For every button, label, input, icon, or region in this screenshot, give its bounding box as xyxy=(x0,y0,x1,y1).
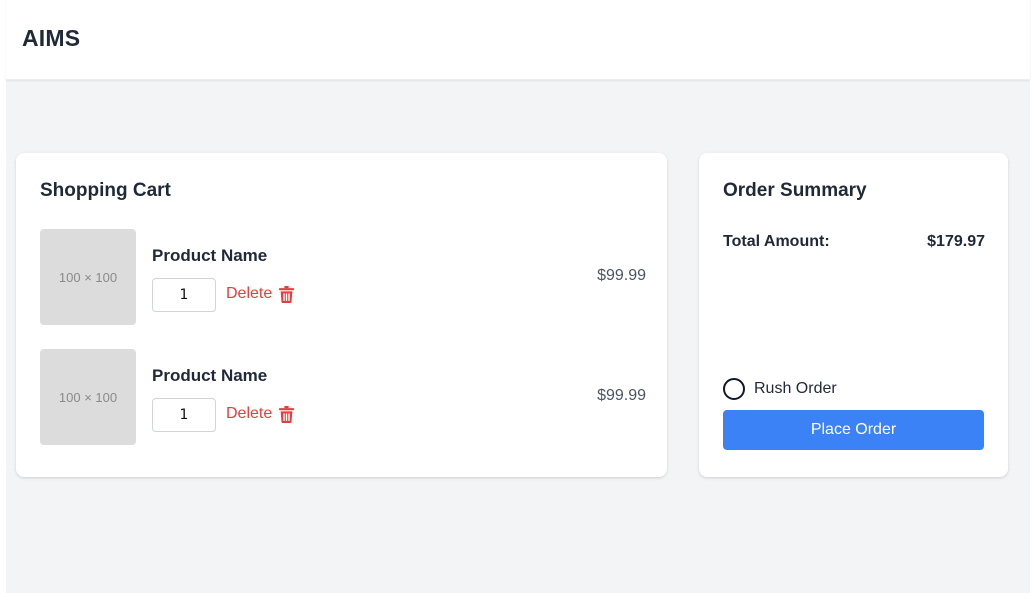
total-row: Total Amount: $179.97 xyxy=(723,233,985,251)
cart-item: 100 × 100 Product Name Delete $99.99 xyxy=(40,349,646,445)
quantity-input[interactable] xyxy=(152,278,216,312)
trash-icon xyxy=(279,405,295,423)
total-value: $179.97 xyxy=(927,233,985,250)
rush-order-radio[interactable] xyxy=(723,378,745,400)
rush-order-option[interactable]: Rush Order xyxy=(723,378,837,400)
trash-icon xyxy=(279,285,295,303)
product-image-placeholder: 100 × 100 xyxy=(40,229,136,325)
product-image-placeholder: 100 × 100 xyxy=(40,349,136,445)
product-name: Product Name xyxy=(152,366,268,385)
delete-label: Delete xyxy=(226,285,273,302)
page-background: AIMS Shopping Cart 100 × 100 Product Nam… xyxy=(6,0,1030,593)
app-header: AIMS xyxy=(6,0,1030,80)
delete-button[interactable]: Delete xyxy=(226,285,295,303)
delete-label: Delete xyxy=(226,405,273,422)
order-summary-card: Order Summary Total Amount: $179.97 Rush… xyxy=(699,153,1008,477)
rush-order-label: Rush Order xyxy=(754,380,837,397)
delete-button[interactable]: Delete xyxy=(226,405,295,423)
shopping-cart-card: Shopping Cart 100 × 100 Product Name Del… xyxy=(16,153,667,477)
cart-item: 100 × 100 Product Name Delete $99.99 xyxy=(40,229,646,325)
cart-title: Shopping Cart xyxy=(40,180,171,201)
total-label: Total Amount: xyxy=(723,233,830,250)
quantity-input[interactable] xyxy=(152,398,216,432)
place-order-button[interactable]: Place Order xyxy=(723,410,984,450)
product-name: Product Name xyxy=(152,246,268,265)
product-price: $99.99 xyxy=(597,267,646,284)
product-price: $99.99 xyxy=(597,387,646,404)
summary-title: Order Summary xyxy=(723,180,867,201)
app-brand: AIMS xyxy=(22,25,81,51)
